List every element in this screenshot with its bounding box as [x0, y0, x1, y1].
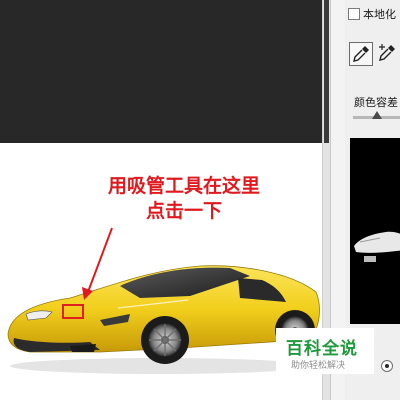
tolerance-slider-thumb[interactable]: [372, 111, 382, 121]
eyedropper-plus-icon: [379, 44, 395, 61]
localized-checkbox-label: 本地化: [363, 8, 396, 21]
selection-radio-row[interactable]: [381, 360, 393, 372]
selection-preview: [350, 138, 400, 324]
localized-checkbox-row[interactable]: 本地化: [348, 6, 396, 22]
scrollbar-thumb[interactable]: [324, 0, 329, 143]
watermark-subtitle: 助你轻松解决: [291, 361, 346, 371]
localized-checkbox[interactable]: [348, 8, 360, 20]
selection-radio[interactable]: [381, 360, 393, 372]
color-tolerance-label: 颜色容差: [354, 96, 398, 109]
eyedropper-icon: [353, 46, 369, 62]
eyedropper-tool-button[interactable]: [349, 42, 373, 66]
watermark-badge: 百科全说 助你轻松解决: [276, 328, 374, 374]
watermark-title: 百科全说: [286, 339, 358, 359]
preview-car-silhouette: [354, 231, 400, 262]
eyedropper-plus-tool-button[interactable]: [376, 42, 400, 66]
